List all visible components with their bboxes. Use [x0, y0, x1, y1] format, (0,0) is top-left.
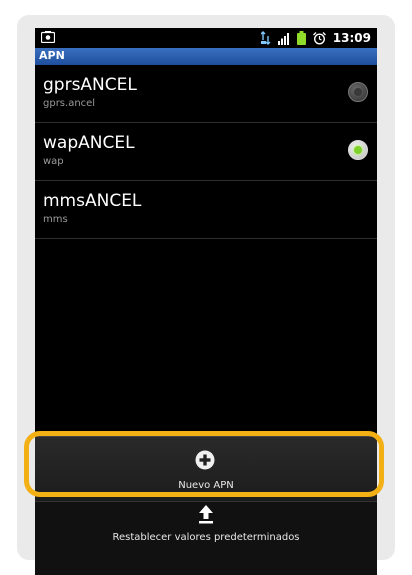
reset-defaults-label: Restablecer valores predeterminados [112, 532, 300, 543]
plus-circle-icon [195, 450, 215, 470]
apn-radio-gprsancel[interactable] [348, 82, 368, 102]
status-bar: 13:09 [35, 28, 377, 48]
apn-item-gprsancel[interactable]: gprsANCEL gprs.ancel [35, 65, 377, 123]
apn-value: mms [43, 214, 68, 225]
apn-item-wapancel[interactable]: wapANCEL wap [35, 123, 377, 181]
apn-name: gprsANCEL [43, 75, 137, 95]
status-icons: 13:09 [260, 29, 371, 47]
screenshot-notification-icon [41, 31, 55, 43]
signal-icon [277, 32, 289, 45]
apn-list: gprsANCEL gprs.ancel wapANCEL wap mmsANC… [35, 65, 377, 239]
apn-value: gprs.ancel [43, 98, 96, 109]
reset-defaults-button[interactable]: Restablecer valores predeterminados [35, 501, 377, 575]
apn-name: wapANCEL [43, 133, 135, 153]
new-apn-label: Nuevo APN [178, 480, 234, 491]
apn-name: mmsANCEL [43, 191, 142, 211]
apn-item-mmsancel[interactable]: mmsANCEL mms [35, 181, 377, 239]
phone-screen: 13:09 APN gprsANCEL gprs.ancel wapANCEL … [35, 28, 377, 575]
new-apn-button[interactable]: Nuevo APN [35, 436, 377, 501]
data-transfer-icon [260, 31, 271, 45]
title-bar: APN [35, 48, 377, 65]
apn-radio-wapancel[interactable] [348, 140, 368, 160]
apn-value: wap [43, 156, 64, 167]
battery-icon [296, 31, 306, 45]
upload-arrow-icon [199, 505, 213, 524]
page-title: APN [39, 49, 65, 62]
clock-time: 13:09 [332, 31, 371, 45]
alarm-clock-icon [312, 31, 326, 45]
